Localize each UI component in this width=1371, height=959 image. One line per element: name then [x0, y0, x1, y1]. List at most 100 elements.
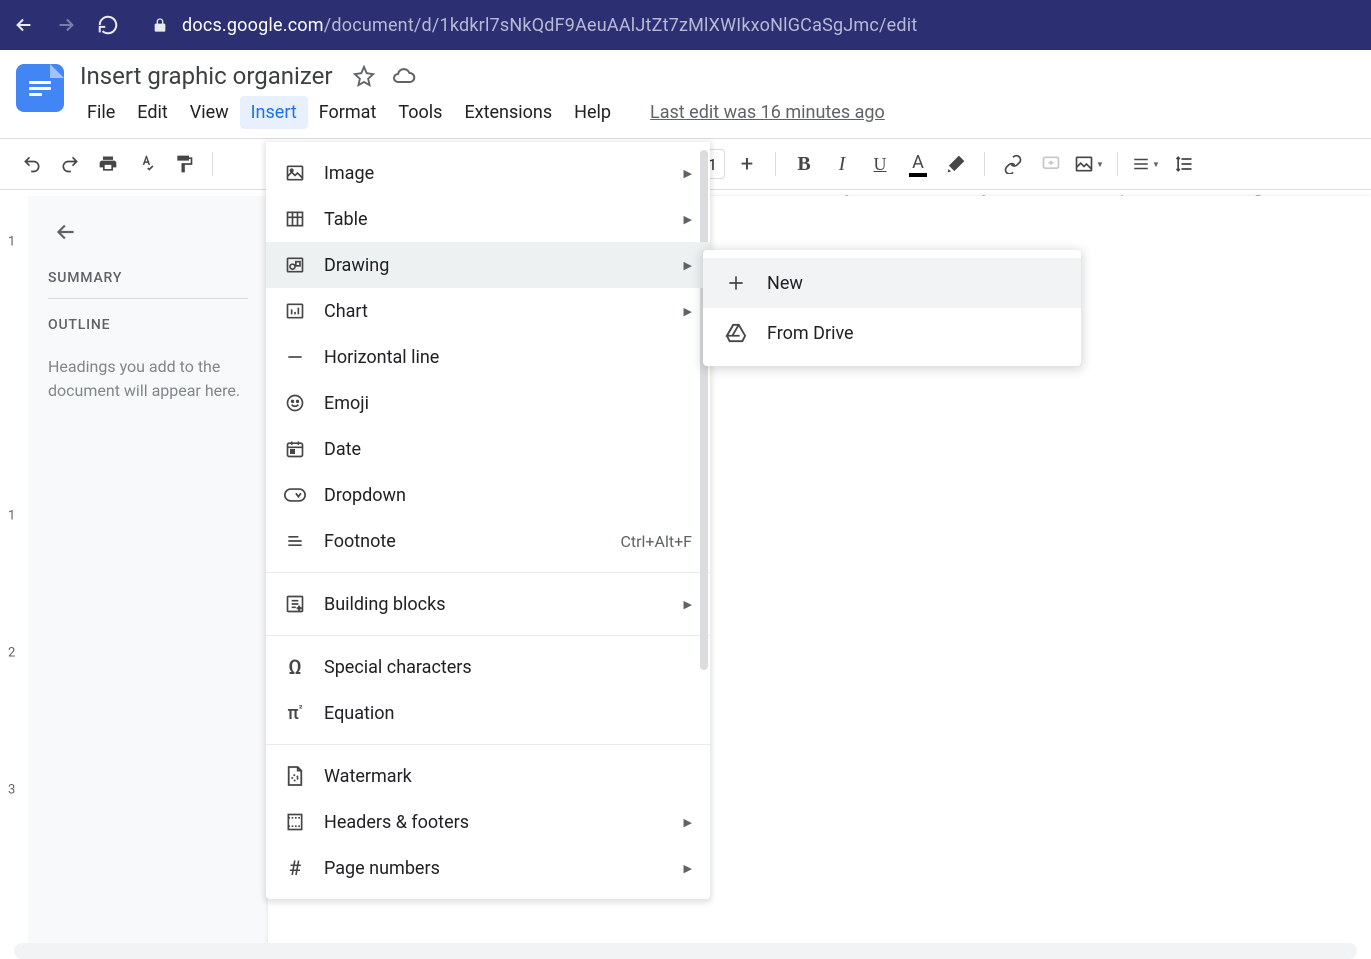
italic-button[interactable]: I	[826, 148, 858, 180]
menu-item-label: Page numbers	[324, 858, 440, 879]
last-edit-link[interactable]: Last edit was 16 minutes ago	[650, 102, 885, 123]
menu-item-label: Headers & footers	[324, 812, 469, 833]
submenu-item-new[interactable]: New	[703, 258, 1081, 308]
omega-icon: Ω	[284, 656, 306, 678]
menu-item-building-blocks[interactable]: Building blocks ▶	[266, 581, 710, 627]
drawing-submenu: New From Drive	[703, 250, 1081, 366]
insert-image-button[interactable]: ▼	[1073, 148, 1105, 180]
undo-button[interactable]	[16, 148, 48, 180]
headers-footers-icon	[284, 811, 306, 833]
menu-item-chart[interactable]: Chart ▶	[266, 288, 710, 334]
menu-item-label: Table	[324, 209, 368, 230]
hash-icon: #	[284, 857, 306, 879]
document-title[interactable]: Insert graphic organizer	[76, 60, 336, 92]
menu-item-watermark[interactable]: Watermark	[266, 753, 710, 799]
watermark-icon	[284, 765, 306, 787]
browser-bar: docs.google.com/document/d/1kdkrl7sNkQdF…	[0, 0, 1371, 50]
menu-item-dropdown[interactable]: Dropdown	[266, 472, 710, 518]
docs-header: Insert graphic organizer File Edit View …	[0, 50, 1371, 130]
drawing-icon	[284, 254, 306, 276]
calendar-icon	[284, 438, 306, 460]
cloud-saved-icon[interactable]	[392, 64, 416, 88]
menu-item-horizontal-line[interactable]: Horizontal line	[266, 334, 710, 380]
url-bar[interactable]: docs.google.com/document/d/1kdkrl7sNkQdF…	[138, 7, 1359, 43]
shortcut-label: Ctrl+Alt+F	[620, 532, 692, 551]
summary-heading: SUMMARY	[48, 270, 248, 299]
menu-item-label: Footnote	[324, 531, 396, 552]
browser-forward-button[interactable]	[54, 13, 78, 37]
submenu-arrow-icon: ▶	[684, 598, 692, 611]
paint-format-button[interactable]	[168, 148, 200, 180]
menu-item-label: Horizontal line	[324, 347, 439, 368]
menu-item-page-numbers[interactable]: # Page numbers ▶	[266, 845, 710, 891]
menu-item-label: Equation	[324, 703, 394, 724]
menu-tools[interactable]: Tools	[387, 96, 453, 129]
menu-item-emoji[interactable]: Emoji	[266, 380, 710, 426]
insert-link-button[interactable]	[997, 148, 1029, 180]
dropdown-icon	[284, 484, 306, 506]
horizontal-scrollbar[interactable]	[14, 943, 1357, 959]
emoji-icon	[284, 392, 306, 414]
menu-view[interactable]: View	[179, 96, 240, 129]
print-button[interactable]	[92, 148, 124, 180]
menu-item-label: Special characters	[324, 657, 472, 678]
menu-item-label: Date	[324, 439, 361, 460]
redo-button[interactable]	[54, 148, 86, 180]
menu-extensions[interactable]: Extensions	[453, 96, 563, 129]
horizontal-line-icon	[284, 346, 306, 368]
menu-help[interactable]: Help	[563, 96, 622, 129]
menu-item-drawing[interactable]: Drawing ▶	[266, 242, 710, 288]
menu-item-label: Image	[324, 163, 374, 184]
submenu-item-label: New	[767, 273, 803, 294]
image-icon	[284, 162, 306, 184]
outline-hint: Headings you add to the document will ap…	[48, 355, 248, 403]
docs-logo[interactable]	[16, 64, 64, 112]
menu-item-label: Watermark	[324, 766, 412, 787]
menu-format[interactable]: Format	[308, 96, 388, 129]
menu-item-label: Building blocks	[324, 594, 446, 615]
drive-icon	[725, 322, 747, 344]
menu-item-date[interactable]: Date	[266, 426, 710, 472]
menu-insert[interactable]: Insert	[240, 96, 308, 129]
insert-comment-button[interactable]	[1035, 148, 1067, 180]
submenu-arrow-icon: ▶	[684, 167, 692, 180]
highlight-button[interactable]	[940, 148, 972, 180]
sidebar-back-button[interactable]	[48, 214, 84, 250]
submenu-item-label: From Drive	[767, 323, 854, 344]
menu-item-special-characters[interactable]: Ω Special characters	[266, 644, 710, 690]
table-icon	[284, 208, 306, 230]
submenu-arrow-icon: ▶	[684, 259, 692, 272]
submenu-arrow-icon: ▶	[684, 305, 692, 318]
insert-dropdown: Image ▶ Table ▶ Drawing ▶ Chart ▶ Horizo…	[266, 142, 710, 899]
outline-heading: OUTLINE	[48, 317, 248, 345]
menu-item-image[interactable]: Image ▶	[266, 150, 710, 196]
menu-item-table[interactable]: Table ▶	[266, 196, 710, 242]
spellcheck-button[interactable]	[130, 148, 162, 180]
menu-item-equation[interactable]: π² Equation	[266, 690, 710, 736]
menu-item-footnote[interactable]: Footnote Ctrl+Alt+F	[266, 518, 710, 564]
chart-icon	[284, 300, 306, 322]
text-color-button[interactable]: A	[902, 148, 934, 180]
star-icon[interactable]	[352, 64, 376, 88]
underline-button[interactable]: U	[864, 148, 896, 180]
menubar: File Edit View Insert Format Tools Exten…	[76, 94, 1355, 130]
lock-icon	[152, 16, 168, 34]
line-spacing-button[interactable]	[1168, 148, 1200, 180]
menu-item-label: Chart	[324, 301, 368, 322]
browser-back-button[interactable]	[12, 13, 36, 37]
menu-edit[interactable]: Edit	[126, 96, 178, 129]
menu-file[interactable]: File	[76, 96, 126, 129]
equation-icon: π²	[284, 702, 306, 724]
font-size-increase-button[interactable]: +	[731, 148, 763, 180]
submenu-arrow-icon: ▶	[684, 816, 692, 829]
submenu-item-from-drive[interactable]: From Drive	[703, 308, 1081, 358]
menu-item-headers-footers[interactable]: Headers & footers ▶	[266, 799, 710, 845]
footnote-icon	[284, 530, 306, 552]
plus-icon	[725, 272, 747, 294]
menu-item-label: Dropdown	[324, 485, 406, 506]
menu-item-label: Drawing	[324, 255, 389, 276]
align-button[interactable]: ▼	[1130, 148, 1162, 180]
browser-reload-button[interactable]	[96, 13, 120, 37]
vertical-ruler[interactable]: 1 1 2 3	[0, 196, 28, 959]
bold-button[interactable]: B	[788, 148, 820, 180]
